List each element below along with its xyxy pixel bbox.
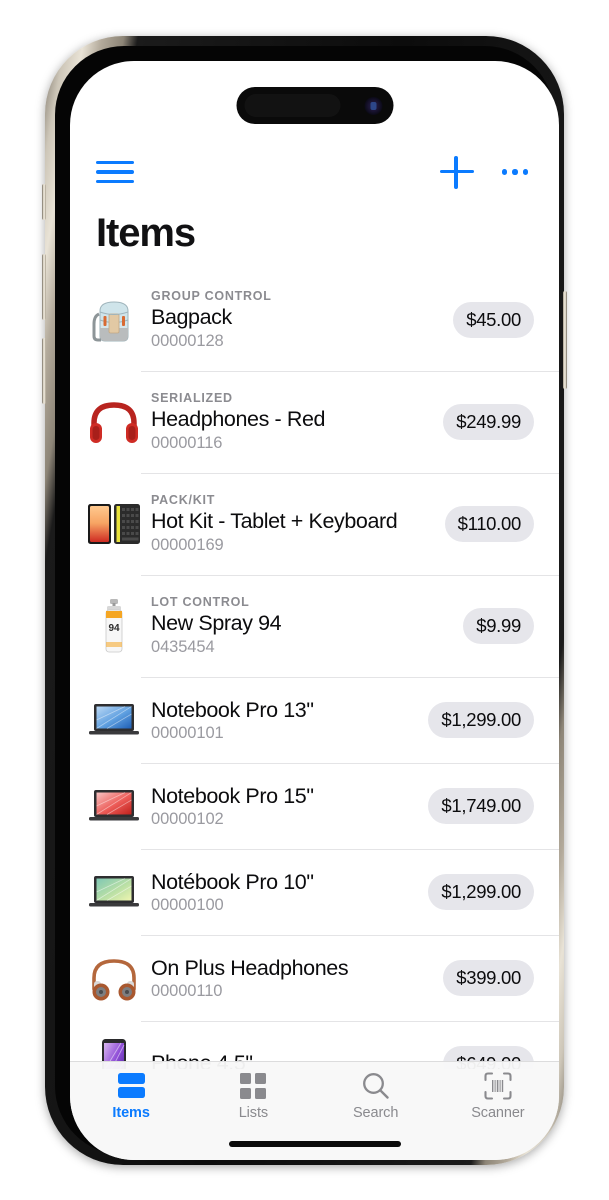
price-badge: $9.99 <box>463 608 534 644</box>
list-item-text: Notebook Pro 15" 00000102 <box>151 783 420 830</box>
list-item-sku: 00000110 <box>151 982 223 1001</box>
list-item-text: SERIALIZED Headphones - Red 00000116 <box>151 391 435 453</box>
list-item[interactable]: On Plus Headphones 00000110 $399.00 <box>70 935 559 1021</box>
list-item[interactable]: Notebook Pro 13" 00000101 $1,299.00 <box>70 677 559 763</box>
list-item-title: Notebook Pro 13" <box>151 697 314 722</box>
green-laptop-thumbnail <box>87 865 141 919</box>
tab-label: Lists <box>238 1105 269 1121</box>
row-separator <box>141 473 559 474</box>
list-item[interactable]: 94 LOT CONTROL New Spray 94 0435454 $9.9… <box>70 575 559 677</box>
list-item-text: LOT CONTROL New Spray 94 0435454 <box>151 595 455 657</box>
list-item-title: On Plus Headphones <box>151 955 349 980</box>
list-item-sku: 00000128 <box>151 331 224 350</box>
price-badge: $1,299.00 <box>428 874 534 910</box>
price-badge: $110.00 <box>444 506 534 542</box>
list-item-kicker: PACK/KIT <box>151 493 216 508</box>
tab-label: Scanner <box>471 1105 525 1121</box>
price-badge: $249.99 <box>443 404 534 440</box>
tab-search[interactable]: Search <box>315 1071 437 1121</box>
island-sensor-pill <box>244 94 340 117</box>
power-button[interactable] <box>563 291 567 389</box>
list-item-text: Notébook Pro 10" 00000100 <box>151 869 420 916</box>
row-separator <box>141 371 559 372</box>
price-badge: $399.00 <box>443 960 534 996</box>
blue-laptop-thumbnail <box>87 693 141 747</box>
list-item-text: PACK/KIT Hot Kit - Tablet + Keyboard 000… <box>151 493 437 555</box>
backpack-thumbnail <box>87 293 141 347</box>
home-indicator[interactable] <box>228 1141 401 1147</box>
front-camera-icon <box>364 96 382 115</box>
list-item-sku: 00000100 <box>151 896 224 915</box>
navigation-bar <box>70 143 559 201</box>
tab-label: Items <box>112 1105 150 1121</box>
tab-label: Search <box>352 1105 399 1121</box>
phone-device-frame: Items GROUP CONTROL Bagpack 00000128 $45… <box>42 36 567 1165</box>
list-item[interactable]: GROUP CONTROL Bagpack 00000128 $45.00 <box>70 269 559 371</box>
volume-down-button[interactable] <box>42 338 46 404</box>
items-list[interactable]: GROUP CONTROL Bagpack 00000128 $45.00 SE… <box>70 269 559 1069</box>
red-headphones-thumbnail <box>87 395 141 449</box>
list-item-sku: 00000169 <box>151 535 224 554</box>
list-item-sku: 00000116 <box>151 433 223 452</box>
tab-items[interactable]: Items <box>70 1071 192 1121</box>
list-item[interactable]: Notebook Pro 15" 00000102 $1,749.00 <box>70 763 559 849</box>
list-item-text: On Plus Headphones 00000110 <box>151 955 435 1002</box>
list-item-sku: 00000101 <box>151 724 224 743</box>
spray-can-thumbnail: 94 <box>87 599 141 653</box>
list-item-kicker: SERIALIZED <box>151 391 233 406</box>
list-item-title: New Spray 94 <box>151 611 282 636</box>
row-separator <box>141 677 559 678</box>
tab-scanner[interactable]: Scanner <box>437 1071 559 1121</box>
barcode-scan-icon <box>484 1071 512 1101</box>
tab-lists[interactable]: Lists <box>192 1071 314 1121</box>
list-item-title: Bagpack <box>151 305 232 330</box>
row-separator <box>141 1021 559 1022</box>
list-item-sku: 0435454 <box>151 637 215 656</box>
tablet-keyboard-thumbnail <box>87 497 141 551</box>
list-item[interactable]: Notébook Pro 10" 00000100 $1,299.00 <box>70 849 559 935</box>
silent-switch-button[interactable] <box>42 184 46 220</box>
row-separator <box>141 763 559 764</box>
list-item-title: Notébook Pro 10" <box>151 869 314 894</box>
list-item-kicker: GROUP CONTROL <box>151 289 272 304</box>
svg-text:94: 94 <box>108 623 120 634</box>
magnifier-icon <box>362 1071 390 1101</box>
list-item-text: GROUP CONTROL Bagpack 00000128 <box>151 289 445 351</box>
row-separator <box>141 935 559 936</box>
volume-up-button[interactable] <box>42 254 46 320</box>
list-item[interactable]: PACK/KIT Hot Kit - Tablet + Keyboard 000… <box>70 473 559 575</box>
list-item-sku: 00000102 <box>151 810 224 829</box>
page-title: Items <box>96 211 196 255</box>
bronze-headphones-thumbnail <box>87 951 141 1005</box>
row-separator <box>141 575 559 576</box>
row-separator <box>141 849 559 850</box>
list-item-text: Notebook Pro 13" 00000101 <box>151 697 420 744</box>
hamburger-menu-icon[interactable] <box>96 157 136 187</box>
phone-screen: Items GROUP CONTROL Bagpack 00000128 $45… <box>70 61 559 1160</box>
list-item-title: Notebook Pro 15" <box>151 783 314 808</box>
ellipsis-icon[interactable] <box>497 154 533 190</box>
list-item-title: Headphones - Red <box>151 407 326 432</box>
red-laptop-thumbnail <box>87 779 141 833</box>
price-badge: $45.00 <box>453 302 534 338</box>
dynamic-island[interactable] <box>236 87 393 124</box>
stacked-rectangles-icon <box>117 1071 145 1101</box>
price-badge: $1,299.00 <box>428 702 534 738</box>
phone-bezel: Items GROUP CONTROL Bagpack 00000128 $45… <box>55 46 559 1160</box>
list-item[interactable]: SERIALIZED Headphones - Red 00000116 $24… <box>70 371 559 473</box>
list-item-title: Hot Kit - Tablet + Keyboard <box>151 509 398 534</box>
grid-2x2-icon <box>240 1071 267 1101</box>
list-item-kicker: LOT CONTROL <box>151 595 250 610</box>
price-badge: $1,749.00 <box>428 788 534 824</box>
plus-icon[interactable] <box>439 154 475 190</box>
